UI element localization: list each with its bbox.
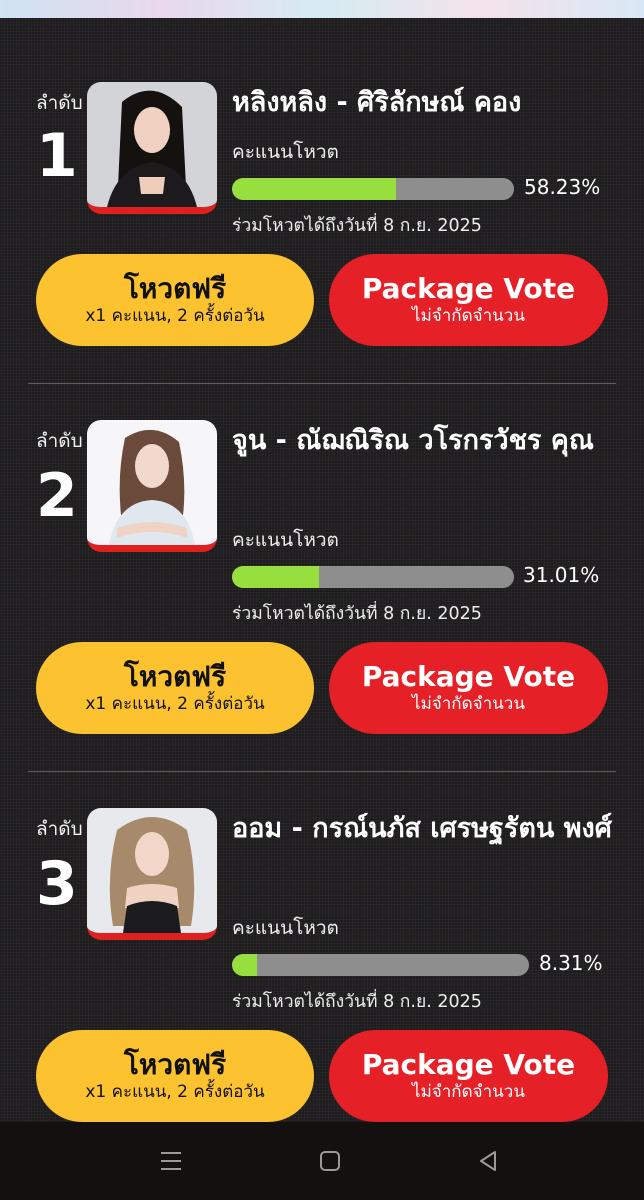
- free-vote-title: โหวตฟรี: [123, 271, 227, 305]
- free-vote-title: โหวตฟรี: [123, 1047, 227, 1081]
- home-square-icon[interactable]: [313, 1144, 347, 1178]
- score-label: คะแนนโหวต: [232, 529, 339, 551]
- package-vote-title: Package Vote: [361, 271, 576, 305]
- free-vote-subtitle: x1 คะแนน, 2 ครั้งต่อวัน: [85, 306, 265, 327]
- vote-deadline: ร่วมโหวตได้ถึงวันที่ 8 ก.ย. 2025: [232, 992, 482, 1012]
- vote-percent: 31.01%: [523, 563, 600, 587]
- free-vote-button[interactable]: โหวตฟรี x1 คะแนน, 2 ครั้งต่อวัน: [36, 1030, 314, 1122]
- rank-label: ลำดับ: [36, 818, 83, 840]
- vote-percent: 8.31%: [539, 951, 603, 975]
- vote-deadline: ร่วมโหวตได้ถึงวันที่ 8 ก.ย. 2025: [232, 216, 482, 236]
- free-vote-button[interactable]: โหวตฟรี x1 คะแนน, 2 ครั้งต่อวัน: [36, 254, 314, 346]
- package-vote-title: Package Vote: [361, 1047, 576, 1081]
- vote-progress-bar: [232, 566, 514, 588]
- menu-icon[interactable]: [154, 1144, 188, 1178]
- contestant-photo[interactable]: [87, 82, 217, 214]
- free-vote-subtitle: x1 คะแนน, 2 ครั้งต่อวัน: [85, 694, 265, 715]
- score-label: คะแนนโหวต: [232, 141, 339, 163]
- vote-progress-fill: [232, 178, 397, 200]
- score-label: คะแนนโหวต: [232, 917, 339, 939]
- rank-label: ลำดับ: [36, 92, 83, 114]
- contestant-name: ออม - กรณ์นภัส เศรษฐรัตน พงศ์: [232, 813, 612, 844]
- free-vote-button[interactable]: โหวตฟรี x1 คะแนน, 2 ครั้งต่อวัน: [36, 642, 314, 734]
- package-vote-button[interactable]: Package Vote ไม่จำกัดจำนวน: [329, 254, 608, 346]
- vote-progress-fill: [232, 954, 257, 976]
- divider: [28, 771, 616, 772]
- package-vote-button[interactable]: Package Vote ไม่จำกัดจำนวน: [329, 642, 608, 734]
- vote-progress-fill: [232, 566, 320, 588]
- free-vote-subtitle: x1 คะแนน, 2 ครั้งต่อวัน: [85, 1082, 265, 1103]
- free-vote-title: โหวตฟรี: [123, 659, 227, 693]
- contestant-name: หลิงหลิง - ศิริลักษณ์ คอง: [232, 87, 522, 118]
- rank-number: 2: [36, 461, 78, 531]
- package-vote-button[interactable]: Package Vote ไม่จำกัดจำนวน: [329, 1030, 608, 1122]
- contestant-photo[interactable]: [87, 808, 217, 940]
- back-triangle-icon[interactable]: [471, 1144, 505, 1178]
- vote-percent: 58.23%: [524, 175, 601, 199]
- system-navigation-bar: [0, 1122, 644, 1200]
- vote-deadline: ร่วมโหวตได้ถึงวันที่ 8 ก.ย. 2025: [232, 604, 482, 624]
- vote-progress-bar: [232, 178, 514, 200]
- top-banner-strip: [0, 0, 644, 18]
- contestant-name: จูน - ณัฌณิริณ วโรกรวัชร คุณ: [232, 425, 594, 456]
- contestant-photo[interactable]: [87, 420, 217, 552]
- divider: [28, 383, 616, 384]
- rank-number: 1: [36, 121, 78, 191]
- package-vote-title: Package Vote: [361, 659, 576, 693]
- package-vote-subtitle: ไม่จำกัดจำนวน: [412, 1082, 525, 1103]
- package-vote-subtitle: ไม่จำกัดจำนวน: [412, 694, 525, 715]
- rank-label: ลำดับ: [36, 430, 83, 452]
- vote-progress-bar: [232, 954, 529, 976]
- package-vote-subtitle: ไม่จำกัดจำนวน: [412, 306, 525, 327]
- rank-number: 3: [36, 849, 78, 919]
